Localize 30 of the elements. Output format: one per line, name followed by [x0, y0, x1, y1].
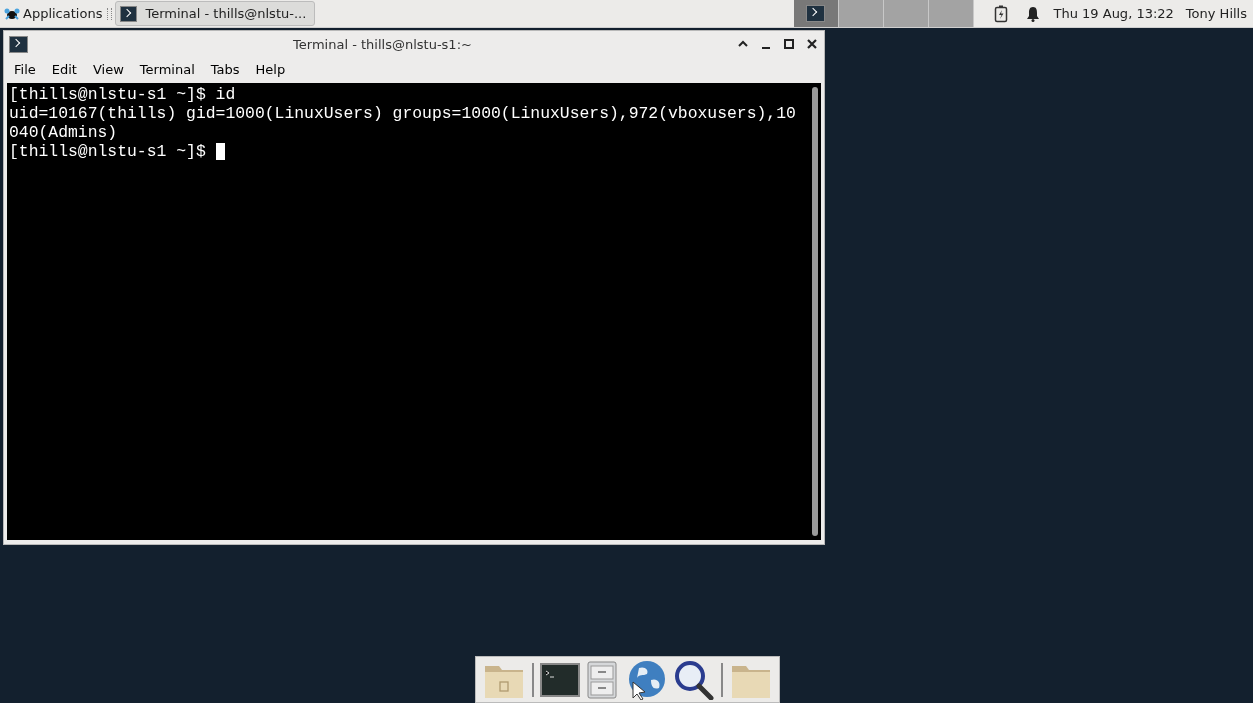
mouse-logo-icon	[4, 6, 20, 21]
applications-menu[interactable]: Applications	[0, 0, 105, 27]
workspace-button[interactable]	[793, 0, 839, 27]
separator-handle-icon	[107, 7, 113, 20]
terminal-icon[interactable]	[539, 662, 580, 697]
menu-item[interactable]: File	[6, 61, 44, 77]
user-name[interactable]: Tony Hills	[1185, 6, 1247, 21]
taskbar-window-button[interactable]: Terminal - thills@nlstu-...	[115, 1, 316, 26]
terminal-icon	[806, 5, 825, 22]
menu-item[interactable]: Terminal	[131, 61, 203, 77]
maximize-icon[interactable]	[783, 38, 795, 50]
window-title: Terminal - thills@nlstu-s1:~	[292, 36, 473, 52]
terminal-line: 040(Admins)	[9, 123, 118, 142]
clock[interactable]: Thu 19 Aug, 13:22	[1053, 6, 1174, 21]
menu-item[interactable]: Help	[247, 61, 294, 77]
terminal-icon	[9, 35, 28, 53]
filing-cabinet-icon[interactable]	[586, 659, 619, 700]
terminal-line: [thills@nlstu-s1 ~]$ id	[9, 85, 236, 104]
text-cursor	[215, 143, 225, 160]
terminal-icon	[120, 5, 138, 22]
terminal-line: [thills@nlstu-s1 ~]$	[9, 142, 207, 161]
search-icon[interactable]	[673, 659, 716, 700]
close-icon[interactable]	[806, 38, 818, 50]
menu-item[interactable]: Tabs	[202, 61, 248, 77]
battery-icon[interactable]	[993, 4, 1008, 23]
terminal-line: uid=10167(thills) gid=1000(LinuxUsers) groups=1000(LinuxUsers),972(vboxusers),10	[9, 104, 796, 123]
menu-item[interactable]: View	[84, 61, 132, 77]
menu-item[interactable]: Edit	[43, 61, 85, 77]
notification-bell-icon[interactable]	[1025, 5, 1040, 22]
scrollbar[interactable]	[812, 87, 818, 536]
